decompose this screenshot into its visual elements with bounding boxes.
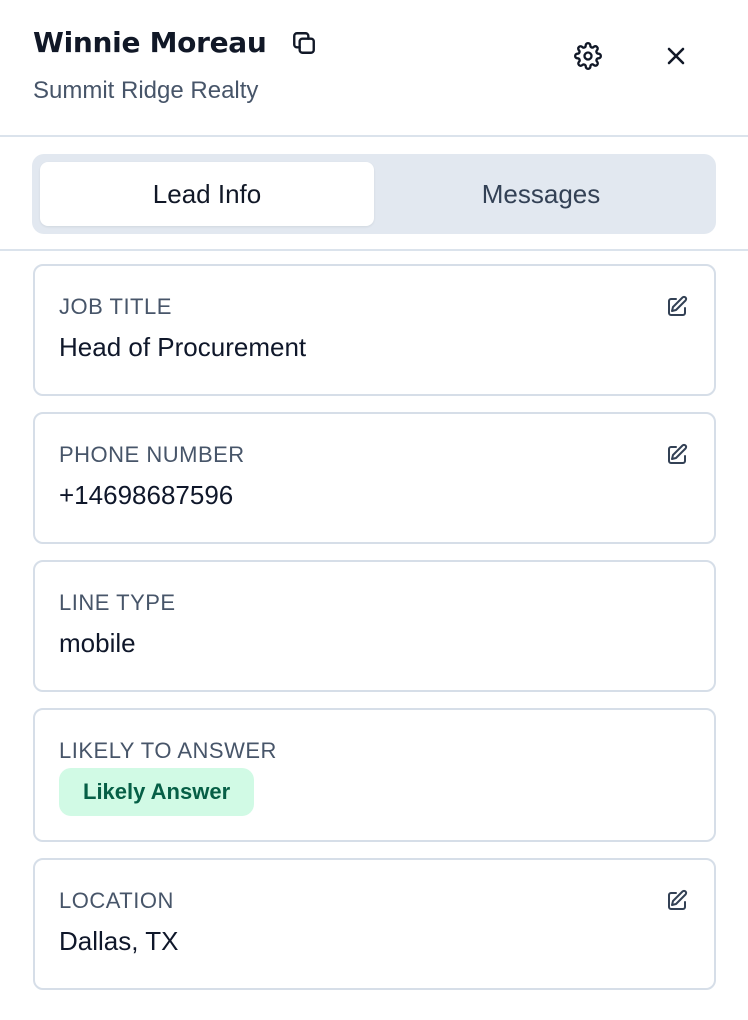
- tab-area: Lead Info Messages: [0, 137, 748, 251]
- edit-icon: [668, 295, 688, 316]
- phone-number-label: PHONE NUMBER: [59, 442, 245, 467]
- lead-name: Winnie Moreau: [33, 26, 267, 59]
- location-label: LOCATION: [59, 888, 174, 913]
- likely-to-answer-label: LIKELY TO ANSWER: [59, 738, 277, 763]
- job-title-label: JOB TITLE: [59, 294, 172, 319]
- panel-header: Winnie Moreau Summit Ridge Realty: [0, 0, 748, 137]
- tab-messages[interactable]: Messages: [374, 162, 708, 226]
- copy-button[interactable]: [289, 28, 319, 58]
- close-button[interactable]: [656, 36, 696, 76]
- likely-answer-badge: Likely Answer: [59, 768, 255, 816]
- name-row: Winnie Moreau: [33, 26, 319, 59]
- edit-icon: [668, 443, 688, 464]
- edit-icon: [668, 889, 688, 910]
- location-card: LOCATION Dallas, TX: [33, 858, 716, 990]
- tab-bar: Lead Info Messages: [32, 154, 716, 234]
- line-type-card: LINE TYPE mobile: [33, 560, 716, 692]
- line-type-value: mobile: [59, 628, 136, 658]
- line-type-label: LINE TYPE: [59, 590, 176, 615]
- edit-phone-number-button[interactable]: [662, 440, 692, 470]
- close-icon: [667, 47, 685, 65]
- job-title-card: JOB TITLE Head of Procurement: [33, 264, 716, 396]
- phone-number-value: +14698687596: [59, 480, 234, 510]
- edit-job-title-button[interactable]: [662, 292, 692, 322]
- location-value: Dallas, TX: [59, 926, 179, 956]
- phone-number-card: PHONE NUMBER +14698687596: [33, 412, 716, 544]
- job-title-value: Head of Procurement: [59, 332, 307, 362]
- company-name: Summit Ridge Realty: [33, 77, 259, 104]
- lead-detail-panel: Winnie Moreau Summit Ridge Realty Lead I…: [0, 0, 748, 1020]
- gear-icon: [574, 42, 602, 70]
- settings-button[interactable]: [568, 36, 608, 76]
- likely-to-answer-card: LIKELY TO ANSWER Likely Answer: [33, 708, 716, 842]
- edit-location-button[interactable]: [662, 886, 692, 916]
- tab-lead-info[interactable]: Lead Info: [40, 162, 374, 226]
- copy-icon: [292, 31, 315, 54]
